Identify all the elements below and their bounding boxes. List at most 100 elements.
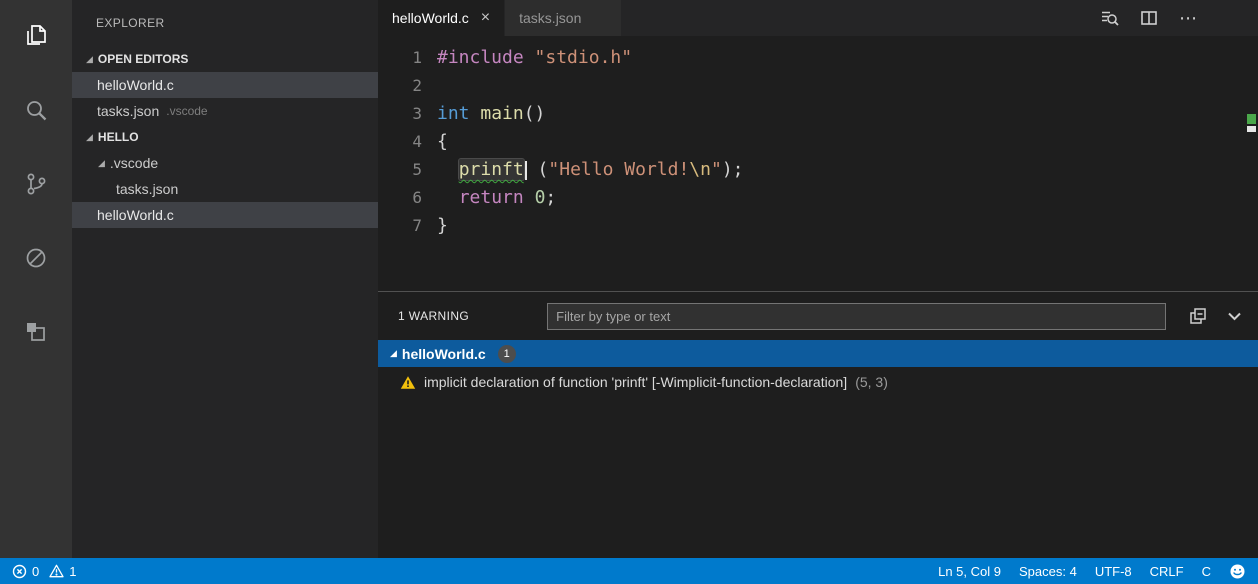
code-token: "stdio.h": [535, 47, 633, 68]
problems-file-label: helloWorld.c: [402, 346, 486, 362]
search-icon: [22, 96, 50, 124]
files-icon: [22, 22, 50, 50]
activity-debug[interactable]: [12, 234, 60, 282]
status-eol[interactable]: CRLF: [1150, 564, 1184, 579]
main-area: EXPLORER ◢ OPEN EDITORS helloWorld.c tas…: [0, 0, 1258, 558]
tree-item-tasks-json[interactable]: tasks.json: [72, 176, 378, 202]
tree-item-label: .vscode: [110, 155, 158, 171]
problem-message: implicit declaration of function 'prinft…: [424, 374, 847, 390]
overview-cursor-marker: [1247, 126, 1256, 132]
error-count: 0: [32, 564, 39, 579]
close-icon[interactable]: ×: [481, 10, 490, 26]
folder-section-header[interactable]: ◢ HELLO: [72, 124, 378, 150]
line-number: 6: [378, 184, 422, 212]
more-actions-icon: ⋯: [1179, 8, 1198, 29]
editor-actions: ⋯: [1099, 0, 1258, 36]
chevron-down-icon: [1224, 306, 1244, 326]
status-right-items: Ln 5, Col 9 Spaces: 4 UTF-8 CRLF C: [938, 563, 1246, 580]
problems-file-group-row[interactable]: ◢ helloWorld.c 1: [378, 340, 1258, 367]
code-line[interactable]: 2: [378, 72, 1258, 100]
twistie-icon: ◢: [98, 158, 105, 169]
tab-helloworld-c[interactable]: helloWorld.c ×: [378, 0, 504, 36]
split-editor-button[interactable]: [1139, 8, 1159, 28]
error-circle-icon: [12, 564, 27, 579]
feedback-smiley-button[interactable]: [1229, 563, 1246, 580]
line-content: {: [437, 128, 448, 156]
line-number: 4: [378, 128, 422, 156]
split-editor-icon: [1139, 8, 1159, 28]
warning-triangle-icon: [400, 375, 416, 390]
collapse-all-button[interactable]: [1188, 306, 1208, 326]
status-indentation[interactable]: Spaces: 4: [1019, 564, 1077, 579]
tree-item-label: tasks.json: [116, 181, 178, 197]
vscode-window: EXPLORER ◢ OPEN EDITORS helloWorld.c tas…: [0, 0, 1258, 584]
code-token: }: [437, 215, 448, 236]
overview-warning-marker: [1247, 114, 1256, 124]
panel-actions: [1188, 306, 1244, 326]
tab-tasks-json[interactable]: tasks.json: [505, 0, 621, 36]
open-editor-item-helloworld[interactable]: helloWorld.c: [72, 72, 378, 98]
code-token: [524, 187, 535, 208]
code-token: 0: [535, 187, 546, 208]
problems-panel: 1 WARNING: [378, 291, 1258, 558]
code-token: #include: [437, 47, 524, 68]
code-token: "Hello World!: [548, 159, 689, 180]
status-cursor-position[interactable]: Ln 5, Col 9: [938, 564, 1001, 579]
line-content: return 0;: [437, 184, 556, 212]
code-token: [437, 159, 459, 180]
activity-bar: [0, 0, 72, 558]
status-warnings[interactable]: 1: [49, 564, 76, 579]
code-token: [524, 47, 535, 68]
open-editor-path-detail: .vscode: [166, 104, 207, 118]
status-errors[interactable]: 0: [12, 564, 39, 579]
more-actions-button[interactable]: ⋯: [1179, 8, 1198, 29]
activity-explorer[interactable]: [12, 12, 60, 60]
activity-extensions[interactable]: [12, 308, 60, 356]
activity-search[interactable]: [12, 86, 60, 134]
sidebar-title: EXPLORER: [72, 0, 378, 46]
line-number: 3: [378, 100, 422, 128]
code-line[interactable]: 1 #include "stdio.h": [378, 44, 1258, 72]
line-number: 1: [378, 44, 422, 72]
code-token: (): [524, 103, 546, 124]
status-problems-summary[interactable]: 0 1: [12, 564, 76, 579]
code-token: {: [437, 131, 448, 152]
code-line[interactable]: 6 return 0;: [378, 184, 1258, 212]
line-content: }: [437, 212, 448, 240]
tab-label: helloWorld.c: [392, 10, 469, 26]
tree-item-label: helloWorld.c: [97, 207, 174, 223]
editor-group: helloWorld.c × tasks.json: [378, 0, 1258, 558]
problem-location: (5, 3): [855, 374, 888, 390]
status-language-mode[interactable]: C: [1202, 564, 1211, 579]
open-editor-item-tasks[interactable]: tasks.json .vscode: [72, 98, 378, 124]
warning-count: 1: [69, 564, 76, 579]
line-number: 2: [378, 72, 422, 100]
problem-item-row[interactable]: implicit declaration of function 'prinft…: [378, 367, 1258, 397]
extensions-icon: [22, 318, 50, 346]
code-line[interactable]: 4{: [378, 128, 1258, 156]
code-line[interactable]: 7}: [378, 212, 1258, 240]
code-editor[interactable]: 1#include "stdio.h"23int main()4{5 prinf…: [378, 36, 1258, 291]
activity-source-control[interactable]: [12, 160, 60, 208]
tab-label: tasks.json: [519, 10, 581, 26]
open-editor-label: helloWorld.c: [97, 77, 174, 93]
code-token: (: [527, 159, 549, 180]
code-line[interactable]: 5 prinft ("Hello World!\n");: [378, 156, 1258, 184]
code-token: ": [711, 159, 722, 180]
overview-ruler-scrollbar[interactable]: [1245, 36, 1258, 291]
open-editors-header[interactable]: ◢ OPEN EDITORS: [72, 46, 378, 72]
status-encoding[interactable]: UTF-8: [1095, 564, 1132, 579]
warning-triangle-icon: [49, 564, 64, 578]
misspelled-token: prinft: [459, 159, 524, 180]
search-editor-button[interactable]: [1099, 8, 1119, 28]
problems-count-badge: 1: [498, 345, 516, 363]
close-panel-button[interactable]: [1224, 306, 1244, 326]
code-line[interactable]: 3 int main(): [378, 100, 1258, 128]
collapse-all-icon: [1188, 306, 1208, 326]
problems-filter-input[interactable]: [547, 303, 1166, 330]
code-token: \n: [689, 159, 711, 180]
tree-item-helloworld-c[interactable]: helloWorld.c: [72, 202, 378, 228]
tree-item-vscode-folder[interactable]: ◢ .vscode: [72, 150, 378, 176]
line-content: int main(): [437, 100, 545, 128]
open-editor-label: tasks.json: [97, 103, 159, 119]
